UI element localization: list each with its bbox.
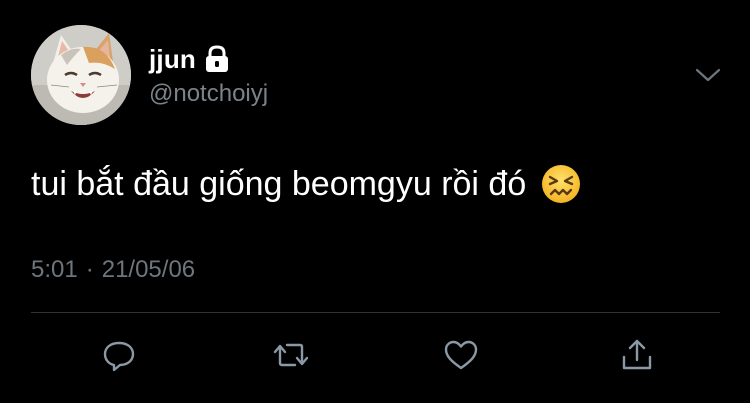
heart-icon	[444, 340, 478, 370]
display-name[interactable]: jjun	[149, 44, 196, 75]
share-icon	[622, 339, 652, 370]
tweet-date: 21/05/06	[101, 256, 196, 283]
tweet-card: jjun @notchoiyj tui bắt đầu giống beomgy…	[0, 0, 750, 403]
divider	[31, 312, 720, 313]
reply-button[interactable]	[99, 335, 139, 375]
reply-icon	[103, 341, 135, 372]
tweet-text: tui bắt đầu giống beomgyu rồi đó	[31, 164, 527, 203]
cat-avatar-image	[31, 25, 131, 125]
tweet-body: tui bắt đầu giống beomgyu rồi đó	[31, 163, 582, 205]
share-button[interactable]	[617, 335, 657, 375]
retweet-icon	[273, 343, 309, 367]
timestamp[interactable]: 5:01 · 21/05/06	[31, 256, 195, 284]
author-row: jjun	[149, 44, 230, 74]
chevron-down-icon[interactable]	[693, 62, 723, 88]
user-handle[interactable]: @notchoiyj	[149, 80, 268, 108]
like-button[interactable]	[441, 335, 481, 375]
confounded-face-emoji	[540, 163, 582, 205]
timestamp-separator: ·	[85, 256, 94, 283]
avatar[interactable]	[31, 25, 131, 125]
tweet-time: 5:01	[31, 256, 78, 283]
retweet-button[interactable]	[271, 335, 311, 375]
lock-icon	[204, 45, 230, 73]
